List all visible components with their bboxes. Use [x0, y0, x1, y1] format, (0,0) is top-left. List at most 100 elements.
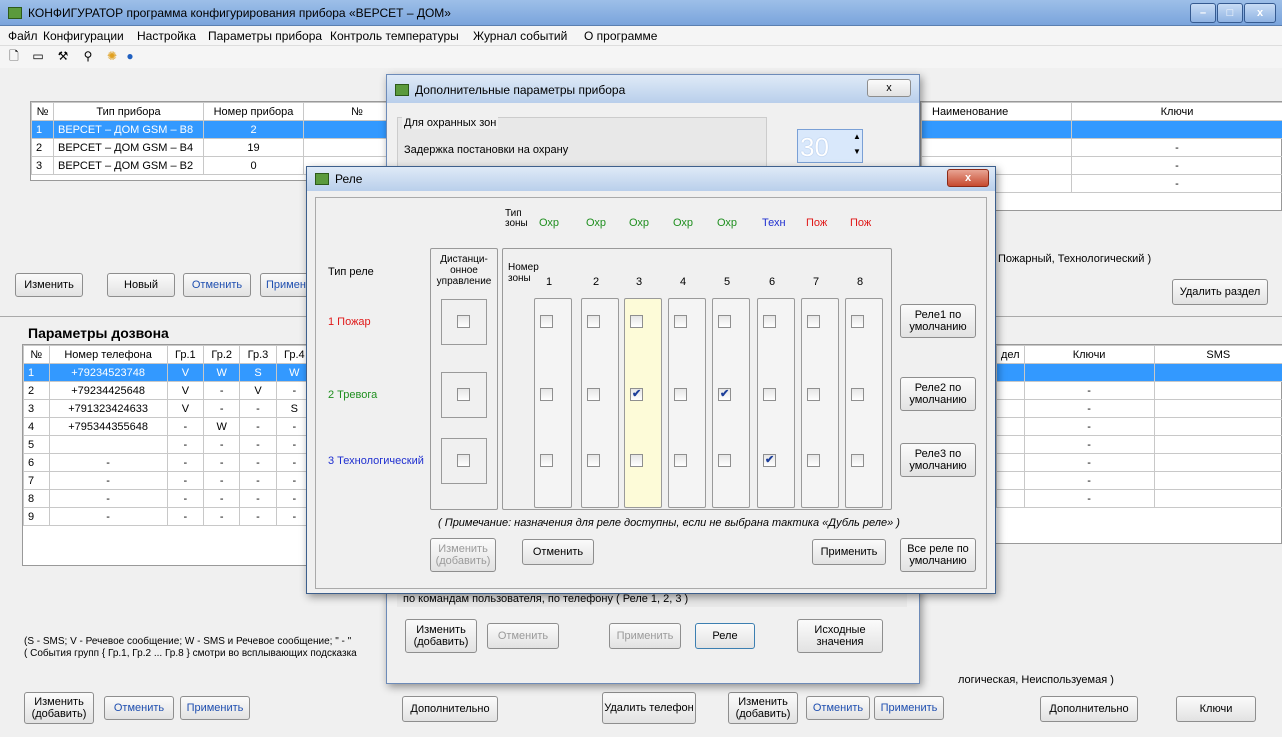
maximize-button[interactable]: □ [1217, 3, 1243, 23]
dial-col-header: Гр.1 [166, 345, 205, 364]
relay-2-zone-3-checkbox[interactable] [630, 387, 643, 401]
relay-1-zone-1-checkbox[interactable] [540, 315, 553, 328]
remote-checkbox-1[interactable] [457, 315, 470, 328]
relay-1-zone-5-checkbox[interactable] [718, 315, 731, 328]
table-row[interactable]: 4 +795344355648- W - - [23, 417, 314, 436]
relay-3-zone-7-checkbox[interactable] [807, 454, 820, 467]
menu-event-log[interactable]: Журнал событий [473, 29, 567, 43]
delay-spinner[interactable]: 30 ▲ ▼ [797, 129, 863, 163]
zone-type-5: Охр [717, 217, 738, 229]
close-button[interactable]: x [1244, 3, 1276, 23]
spinner-up-icon[interactable]: ▲ [852, 132, 862, 146]
table-row[interactable]: 1 +79234523748 V W S W [23, 363, 314, 382]
menu-about[interactable]: О программе [584, 29, 657, 43]
dial-cancel-button[interactable]: Отменить [104, 696, 174, 720]
table-row[interactable]: 3 +791323424633 V - - S [23, 399, 314, 418]
table-row[interactable]: 5---- [23, 435, 314, 454]
relay-dialog-close-button[interactable]: x [947, 169, 989, 187]
table-row[interactable]: - [996, 435, 1282, 454]
relay-3-zone-1-checkbox[interactable] [540, 454, 553, 467]
zone-column-7 [801, 298, 839, 508]
device-icon[interactable]: ▭ [30, 49, 46, 63]
relay-3-zone-4-checkbox[interactable] [674, 454, 687, 467]
relay-3-zone-8-checkbox[interactable] [851, 454, 864, 467]
table-row[interactable]: - [996, 471, 1282, 490]
table-row[interactable] [921, 120, 1282, 139]
table-row[interactable]: 9----- [23, 507, 314, 526]
dial-edit-button[interactable]: Изменить (добавить) [24, 692, 94, 724]
table-row[interactable]: - [996, 417, 1282, 436]
menu-device-params[interactable]: Параметры прибора [208, 29, 322, 43]
menu-file[interactable]: Файл [8, 29, 38, 43]
relay-3-zone-6-checkbox[interactable] [763, 453, 776, 467]
table-row[interactable]: - [996, 453, 1282, 472]
table-row[interactable] [996, 363, 1282, 382]
keys-edit-button[interactable]: Изменить (добавить) [728, 692, 798, 724]
help-icon[interactable]: ● [122, 49, 138, 63]
spinner-down-icon[interactable]: ▼ [852, 147, 862, 161]
col-type: Тип прибора [53, 102, 204, 121]
relay-button[interactable]: Реле [695, 623, 755, 649]
keys-extra-button[interactable]: Дополнительно [1040, 696, 1138, 722]
relay-3-zone-3-checkbox[interactable] [630, 454, 643, 467]
relay-3-zone-2-checkbox[interactable] [587, 454, 600, 467]
extra-dialog-close-button[interactable]: x [867, 79, 911, 97]
keys-cancel-button[interactable]: Отменить [806, 696, 870, 720]
tools-icon[interactable]: ⚒ [55, 49, 71, 63]
relay-apply-button[interactable]: Применить [812, 539, 886, 565]
keys-apply-button[interactable]: Применить [874, 696, 944, 720]
table-row[interactable]: - [996, 381, 1282, 400]
keys-button[interactable]: Ключи [1176, 696, 1256, 722]
delete-phone-button[interactable]: Удалить телефон [602, 692, 696, 724]
table-row[interactable]: 8----- [23, 489, 314, 508]
extra-cancel-button[interactable]: Отменить [487, 623, 559, 649]
dial-extra-button[interactable]: Дополнительно [402, 696, 498, 722]
relay-2-zone-6-checkbox[interactable] [763, 388, 776, 401]
relay-edit-button[interactable]: Изменить (добавить) [430, 538, 496, 572]
relay-1-zone-6-checkbox[interactable] [763, 315, 776, 328]
dial-apply-button[interactable]: Применить [180, 696, 250, 720]
device-new-button[interactable]: Новый [107, 273, 175, 297]
all-relays-default-button[interactable]: Все реле по умолчанию [900, 538, 976, 572]
relay-2-zone-1-checkbox[interactable] [540, 388, 553, 401]
table-row[interactable]: 6----- [23, 453, 314, 472]
delay-label: Задержка постановки на охрану [404, 144, 569, 156]
settings-icon[interactable]: ✺ [104, 49, 120, 63]
remote-checkbox-2[interactable] [457, 388, 470, 401]
relay-1-zone-7-checkbox[interactable] [807, 315, 820, 328]
table-row[interactable]: - [996, 399, 1282, 418]
usb-icon[interactable]: ⚲ [80, 49, 96, 63]
relay-2-zone-2-checkbox[interactable] [587, 388, 600, 401]
minimize-button[interactable]: – [1190, 3, 1216, 23]
relay-2-zone-7-checkbox[interactable] [807, 388, 820, 401]
extra-edit-button[interactable]: Изменить (добавить) [405, 619, 477, 653]
relay-1-zone-3-checkbox[interactable] [630, 315, 643, 328]
relay-2-zone-8-checkbox[interactable] [851, 388, 864, 401]
table-row[interactable]: 2 +79234425648 V - V - [23, 381, 314, 400]
menu-temperature[interactable]: Контроль температуры [330, 29, 459, 43]
relay-1-zone-4-checkbox[interactable] [674, 315, 687, 328]
defaults-button[interactable]: Исходные значения [797, 619, 883, 653]
table-row[interactable]: - [921, 138, 1282, 157]
relay-cancel-button[interactable]: Отменить [522, 539, 594, 565]
relay-3-zone-5-checkbox[interactable] [718, 454, 731, 467]
relay-2-default-button[interactable]: Реле2 по умолчанию [900, 377, 976, 411]
table-row[interactable]: - [996, 489, 1282, 508]
remote-checkbox-3[interactable] [457, 454, 470, 467]
menu-settings[interactable]: Настройка [137, 29, 196, 43]
relay-2-zone-4-checkbox[interactable] [674, 388, 687, 401]
menu-configurations[interactable]: Конфигурации [43, 29, 124, 43]
device-edit-button[interactable]: Изменить [15, 273, 83, 297]
table-row[interactable]: 2 ВЕРСЕТ – ДОМ GSM – B4 19 [31, 138, 411, 157]
relay-1-zone-8-checkbox[interactable] [851, 315, 864, 328]
table-row[interactable]: 1 ВЕРСЕТ – ДОМ GSM – B8 2 [31, 120, 411, 139]
relay-1-zone-2-checkbox[interactable] [587, 315, 600, 328]
extra-apply-button[interactable]: Применить [609, 623, 681, 649]
device-cancel-button[interactable]: Отменить [183, 273, 251, 297]
relay-3-default-button[interactable]: Реле3 по умолчанию [900, 443, 976, 477]
table-row[interactable]: 7----- [23, 471, 314, 490]
new-file-icon[interactable]: 🗋 [6, 49, 22, 63]
relay-2-zone-5-checkbox[interactable] [718, 387, 731, 401]
relay-1-default-button[interactable]: Реле1 по умолчанию [900, 304, 976, 338]
delete-section-button[interactable]: Удалить раздел [1172, 279, 1268, 305]
